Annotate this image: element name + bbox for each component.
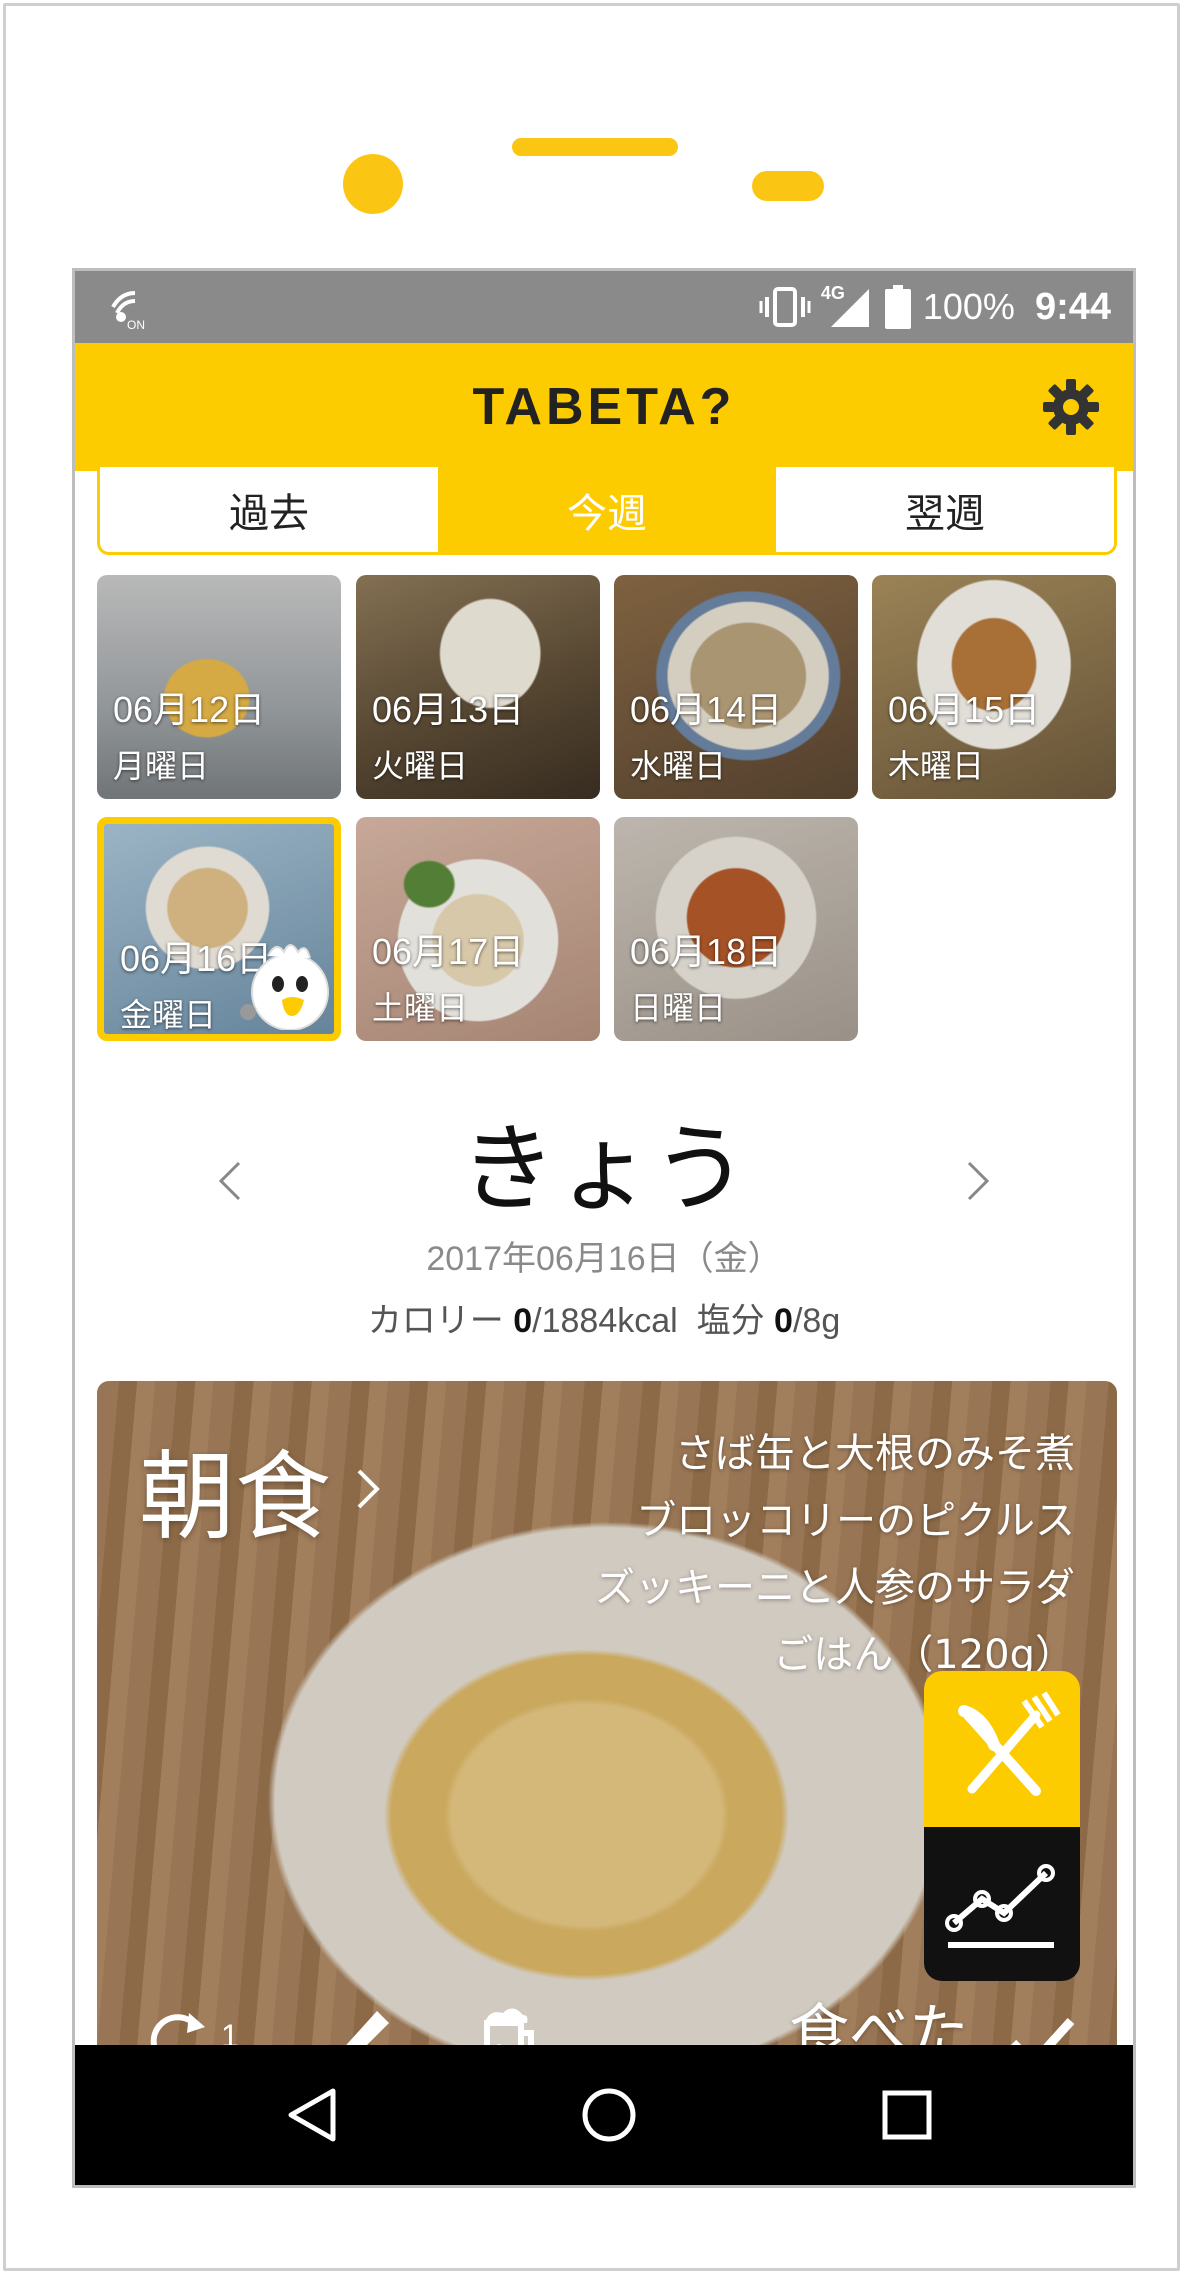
svg-text:ON: ON bbox=[127, 318, 145, 331]
back-icon[interactable] bbox=[283, 2085, 343, 2145]
salt-label: 塩分 bbox=[696, 1302, 765, 1340]
day-card-sun[interactable]: 06月18日 日曜日 bbox=[614, 817, 858, 1041]
day-date: 06月14日 bbox=[630, 689, 783, 730]
day-card-tue[interactable]: 06月13日 火曜日 bbox=[356, 575, 600, 799]
home-icon[interactable] bbox=[579, 2085, 639, 2145]
day-card-mon[interactable]: 06月12日 月曜日 bbox=[97, 575, 341, 799]
clock: 9:44 bbox=[1034, 285, 1111, 328]
chevron-right-icon bbox=[357, 1469, 380, 1508]
dish-list: さば缶と大根のみそ煮 ブロッコリーのピクルス ズッキーニと人参のサラダ ごはん（… bbox=[595, 1421, 1075, 1689]
sensor-pill bbox=[752, 171, 824, 201]
tab-past[interactable]: 過去 bbox=[100, 467, 438, 552]
meal-plan-button[interactable] bbox=[924, 1671, 1080, 1827]
camera-dot bbox=[343, 154, 403, 214]
calorie-target: /1884kcal bbox=[532, 1302, 678, 1340]
vibrate-icon bbox=[759, 287, 811, 327]
day-weekday: 木曜日 bbox=[888, 747, 985, 785]
knife-fork-icon bbox=[958, 1691, 1061, 1796]
tab-next-week[interactable]: 翌週 bbox=[776, 467, 1114, 552]
chevron-right-icon[interactable] bbox=[963, 1159, 993, 1203]
meal-title[interactable]: 朝食 bbox=[139, 1419, 381, 1558]
meal-title-label: 朝食 bbox=[139, 1441, 331, 1553]
recent-apps-icon[interactable] bbox=[877, 2085, 937, 2145]
status-bar: ON 4G 100% 9:44 bbox=[75, 271, 1133, 343]
day-weekday: 金曜日 bbox=[120, 996, 217, 1034]
day-weekday: 月曜日 bbox=[113, 747, 210, 785]
fab-stack bbox=[924, 1671, 1080, 1981]
cell-signal-icon: 4G bbox=[821, 283, 873, 331]
line-chart-icon bbox=[945, 1864, 1055, 1948]
dish-item: ブロッコリーのピクルス bbox=[636, 1498, 1075, 1544]
day-card-wed[interactable]: 06月14日 水曜日 bbox=[614, 575, 858, 799]
day-date: 06月17日 bbox=[372, 931, 525, 972]
battery-icon bbox=[884, 285, 911, 329]
day-card-fri[interactable]: 06月16日 金曜日 bbox=[97, 817, 341, 1041]
day-date: 06月18日 bbox=[630, 931, 783, 972]
day-weekday: 日曜日 bbox=[630, 989, 727, 1027]
mascot-chicken-icon bbox=[240, 944, 329, 1030]
chevron-left-icon[interactable] bbox=[215, 1159, 245, 1203]
tab-this-week[interactable]: 今週 bbox=[438, 467, 776, 552]
day-weekday: 水曜日 bbox=[630, 747, 727, 785]
device-frame: ON 4G 100% 9:44 TABETA? 過去 今週 翌週 06月12日 … bbox=[3, 3, 1180, 2271]
day-weekday: 土曜日 bbox=[372, 989, 469, 1027]
day-card-sat[interactable]: 06月17日 土曜日 bbox=[356, 817, 600, 1041]
today-date: 2017年06月16日（金） bbox=[426, 1240, 782, 1278]
nfc-on-icon: ON bbox=[111, 291, 145, 331]
calorie-label: カロリー bbox=[367, 1302, 504, 1340]
calorie-value: 0 bbox=[513, 1302, 533, 1340]
status-right: 4G 100% 9:44 bbox=[759, 271, 1111, 343]
stats-button[interactable] bbox=[924, 1827, 1080, 1981]
day-date: 06月12日 bbox=[113, 689, 266, 730]
phone-screen: ON 4G 100% 9:44 TABETA? 過去 今週 翌週 06月12日 … bbox=[72, 268, 1136, 2188]
day-weekday: 火曜日 bbox=[372, 747, 469, 785]
day-card-thu[interactable]: 06月15日 木曜日 bbox=[872, 575, 1116, 799]
gear-icon[interactable] bbox=[1041, 377, 1101, 437]
dish-item: ズッキーニと人参のサラダ bbox=[595, 1565, 1075, 1611]
day-date: 06月15日 bbox=[888, 689, 1041, 730]
battery-percent: 100% bbox=[922, 286, 1015, 327]
week-tabs: 過去 今週 翌週 bbox=[97, 467, 1117, 555]
salt-target: /8g bbox=[792, 1302, 841, 1340]
app-logo: TABETA? bbox=[472, 378, 736, 436]
nutrition-summary: カロリー 0/1884kcal 塩分 0/8g bbox=[75, 1293, 1133, 1342]
dish-item: さば缶と大根のみそ煮 bbox=[675, 1431, 1075, 1477]
system-nav-bar bbox=[75, 2045, 1133, 2185]
day-date: 06月13日 bbox=[372, 689, 525, 730]
speaker-slot bbox=[512, 138, 678, 156]
app-bar: TABETA? bbox=[75, 343, 1133, 471]
salt-value: 0 bbox=[774, 1302, 793, 1340]
